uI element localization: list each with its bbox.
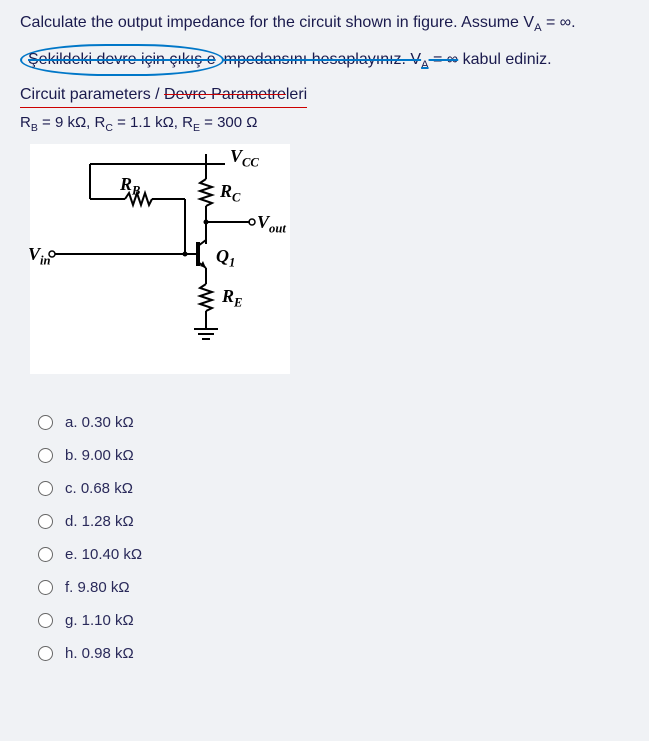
q-line2-a: Şekildeki devre için çıkış e (28, 51, 216, 68)
p-sc: C (105, 122, 113, 134)
q-line2-sub: A (421, 59, 428, 71)
option-a-label: a. 0.30 kΩ (65, 414, 134, 431)
q-line2-b: mpedansını hesaplayınız. V (224, 51, 421, 68)
option-d[interactable]: d. 1.28 kΩ (38, 513, 629, 530)
radio-icon[interactable] (38, 613, 53, 628)
option-b-label: b. 9.00 kΩ (65, 447, 134, 464)
q-line1-b: = ∞. (542, 14, 576, 31)
p-c: = 1.1 kΩ, R (113, 114, 193, 131)
label-vout: Vout (257, 212, 286, 237)
option-e-label: e. 10.40 kΩ (65, 546, 142, 563)
option-h-label: h. 0.98 kΩ (65, 645, 134, 662)
q-line3-c: leri (286, 86, 307, 103)
label-vcc: VCC (230, 146, 259, 171)
radio-icon[interactable] (38, 547, 53, 562)
option-c[interactable]: c. 0.68 kΩ (38, 480, 629, 497)
option-c-label: c. 0.68 kΩ (65, 480, 133, 497)
radio-icon[interactable] (38, 481, 53, 496)
p-b: = 9 kΩ, R (38, 114, 106, 131)
option-g[interactable]: g. 1.10 kΩ (38, 612, 629, 629)
q-line3-b: Devre Parametre (164, 86, 286, 103)
q-line1-sub: A (534, 22, 541, 34)
q-line3-a: Circuit parameters / (20, 86, 164, 103)
label-rb: RB (120, 174, 140, 199)
label-q1: Q1 (216, 246, 235, 271)
q-line1-a: Calculate the output impedance for the c… (20, 14, 534, 31)
parameters-line: RB = 9 kΩ, RC = 1.1 kΩ, RE = 300 Ω (20, 114, 629, 134)
radio-icon[interactable] (38, 448, 53, 463)
p-se: E (193, 122, 200, 134)
q-line2-c: = ∞ (429, 51, 459, 68)
circuit-diagram: VCC RB RC Vout Vin Q1 RE (30, 144, 290, 374)
q-line2-d: kabul ediniz. (458, 51, 551, 68)
question-line-3: Circuit parameters / Devre Parametreleri (20, 82, 629, 109)
option-e[interactable]: e. 10.40 kΩ (38, 546, 629, 563)
question-line-1: Calculate the output impedance for the c… (20, 10, 629, 38)
option-g-label: g. 1.10 kΩ (65, 612, 134, 629)
option-d-label: d. 1.28 kΩ (65, 513, 134, 530)
radio-icon[interactable] (38, 514, 53, 529)
question-line-2: Şekildeki devre için çıkış e mpedansını h… (20, 44, 629, 76)
option-b[interactable]: b. 9.00 kΩ (38, 447, 629, 464)
option-h[interactable]: h. 0.98 kΩ (38, 645, 629, 662)
label-vin: Vin (28, 244, 51, 269)
label-re: RE (222, 286, 242, 311)
p-d: = 300 Ω (200, 114, 258, 131)
option-f-label: f. 9.80 kΩ (65, 579, 130, 596)
p-a: R (20, 114, 31, 131)
option-f[interactable]: f. 9.80 kΩ (38, 579, 629, 596)
radio-icon[interactable] (38, 580, 53, 595)
radio-icon[interactable] (38, 646, 53, 661)
options-list: a. 0.30 kΩ b. 9.00 kΩ c. 0.68 kΩ d. 1.28… (38, 414, 629, 662)
label-rc: RC (220, 181, 240, 206)
radio-icon[interactable] (38, 415, 53, 430)
p-sb: B (31, 122, 38, 134)
option-a[interactable]: a. 0.30 kΩ (38, 414, 629, 431)
